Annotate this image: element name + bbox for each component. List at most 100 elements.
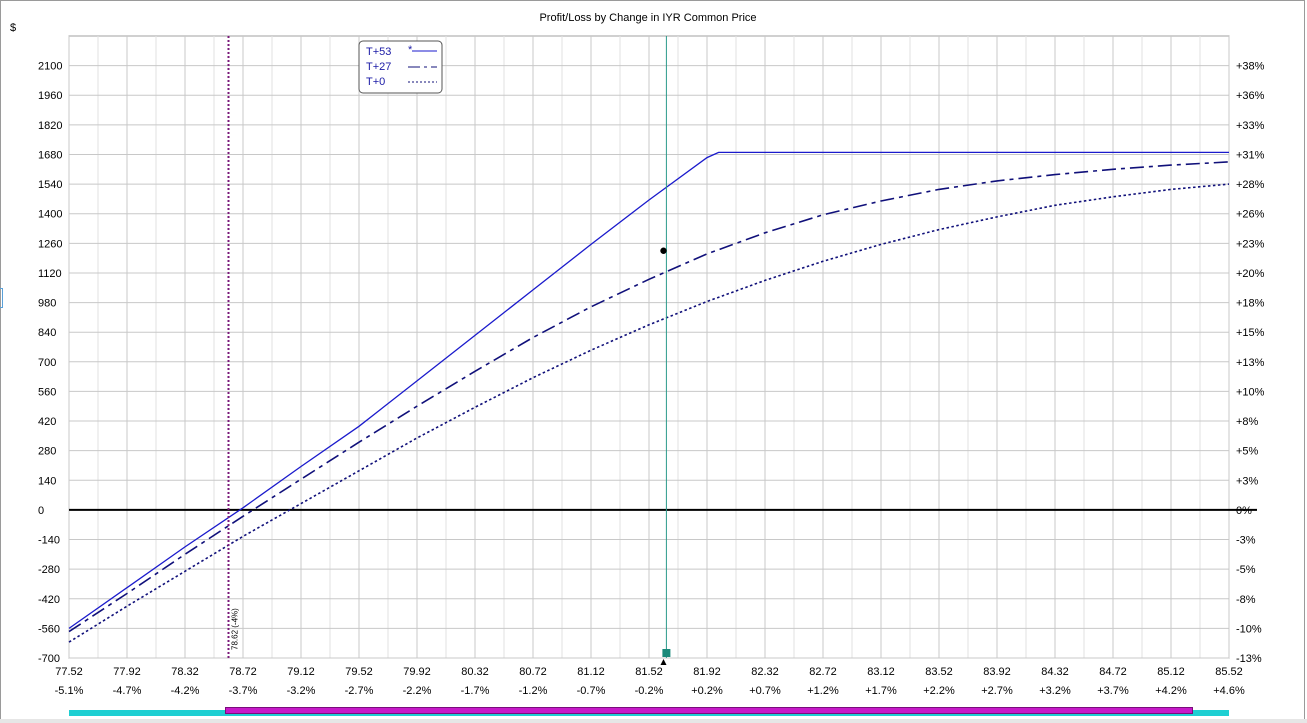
x-tick-label: 80.32 [461, 666, 489, 678]
legend-entry-t0: T+0 [366, 76, 385, 88]
x-percent-tick-label: +2.7% [981, 685, 1013, 697]
x-percent-tick-label: -2.2% [403, 685, 432, 697]
y-tick-label: 1820 [38, 120, 62, 132]
x-percent-tick-label: +0.7% [749, 685, 781, 697]
y-percent-tick-label: +33% [1236, 120, 1265, 132]
y-percent-tick-label: +10% [1236, 386, 1265, 398]
x-percent-tick-label: +4.2% [1155, 685, 1187, 697]
x-percent-tick-label: -4.2% [171, 685, 200, 697]
x-tick-label: 77.92 [113, 666, 141, 678]
position-point [660, 247, 667, 254]
x-tick-label: 81.92 [693, 666, 721, 678]
x-tick-label: 80.72 [519, 666, 547, 678]
grid [68, 35, 1230, 659]
y-tick-label: 700 [38, 357, 56, 369]
y-percent-tick-label: -3% [1236, 535, 1256, 547]
x-tick-label: 84.72 [1099, 666, 1127, 678]
x-percent-tick-label: -3.2% [287, 685, 316, 697]
y-percent-tick-label: +18% [1236, 298, 1265, 310]
x-percent-tick-label: -0.7% [577, 685, 606, 697]
x-percent-tick-label: -4.7% [113, 685, 142, 697]
x-percent-tick-label: +4.6% [1213, 685, 1245, 697]
x-tick-label: 79.92 [403, 666, 431, 678]
y-percent-tick-label: +20% [1236, 268, 1265, 280]
y-tick-label: -140 [38, 535, 60, 547]
y-tick-label: 1400 [38, 209, 62, 221]
x-tick-label: 83.92 [983, 666, 1011, 678]
y-tick-label: -700 [38, 653, 60, 665]
y-percent-tick-label: +26% [1236, 209, 1265, 221]
x-tick-label: 77.52 [55, 666, 83, 678]
y-percent-tick-label: +8% [1236, 416, 1259, 428]
legend[interactable]: T+53 * T+27 T+0 [358, 40, 443, 94]
y-tick-label: 140 [38, 475, 56, 487]
x-percent-tick-label: +1.7% [865, 685, 897, 697]
y-tick-label: 0 [38, 505, 44, 517]
x-tick-label: 78.72 [229, 666, 257, 678]
y-percent-tick-label: +15% [1236, 327, 1265, 339]
x-percent-tick-label: +1.2% [807, 685, 839, 697]
y-percent-tick-label: +28% [1236, 179, 1265, 191]
x-tick-label: 84.32 [1041, 666, 1069, 678]
y-percent-tick-label: -10% [1236, 623, 1262, 635]
y-percent-tick-label: +23% [1236, 238, 1265, 250]
x-percent-tick-label: -1.7% [461, 685, 490, 697]
x-tick-label: 78.32 [171, 666, 199, 678]
x-tick-label: 79.52 [345, 666, 373, 678]
y-tick-label: 1960 [38, 90, 62, 102]
x-percent-tick-label: -0.2% [635, 685, 664, 697]
chart-title: Profit/Loss by Change in IYR Common Pric… [539, 12, 756, 24]
y-tick-label: 1680 [38, 149, 62, 161]
x-percent-tick-label: +0.2% [691, 685, 723, 697]
x-tick-label: 83.12 [867, 666, 895, 678]
x-tick-label: 85.52 [1215, 666, 1243, 678]
x-tick-label: 82.32 [751, 666, 779, 678]
y-tick-label: -560 [38, 623, 60, 635]
y-percent-tick-label: +5% [1236, 446, 1259, 458]
side-panel-tab[interactable] [0, 288, 3, 308]
y-percent-tick-label: +13% [1236, 357, 1265, 369]
price-pointer-triangle [660, 659, 667, 665]
x-percent-tick-label: +2.2% [923, 685, 955, 697]
legend-entry-t27: T+27 [366, 61, 391, 73]
y-tick-label: 2100 [38, 61, 62, 73]
y-percent-tick-label: -13% [1236, 653, 1262, 665]
y-tick-label: -280 [38, 564, 60, 576]
x-percent-tick-label: +3.2% [1039, 685, 1071, 697]
y-tick-label: 840 [38, 327, 56, 339]
x-tick-label: 81.52 [635, 666, 663, 678]
x-tick-label: 85.12 [1157, 666, 1185, 678]
legend-marker-t53: * [408, 44, 413, 56]
y-tick-label: 560 [38, 386, 56, 398]
x-tick-label: 83.52 [925, 666, 953, 678]
y-tick-label: 1260 [38, 238, 62, 250]
y-tick-label: 1540 [38, 179, 62, 191]
x-percent-tick-label: -3.7% [229, 685, 258, 697]
y-percent-tick-label: 0% [1236, 505, 1252, 517]
x-tick-label: 82.72 [809, 666, 837, 678]
y-percent-tick-label: +31% [1236, 149, 1265, 161]
x-percent-tick-label: -2.7% [345, 685, 374, 697]
x-percent-tick-label: -1.2% [519, 685, 548, 697]
y-percent-tick-label: +36% [1236, 90, 1265, 102]
y-percent-tick-label: -8% [1236, 594, 1256, 606]
y-tick-label: 280 [38, 446, 56, 458]
current-price-marker[interactable] [662, 649, 671, 657]
window-bottom-edge [0, 719, 1307, 723]
x-percent-tick-label: -5.1% [55, 685, 84, 697]
breakeven-label: 78.62 (-4%) [231, 608, 240, 650]
y-percent-tick-label: +3% [1236, 475, 1259, 487]
legend-entry-t53: T+53 [366, 46, 391, 58]
y-tick-label: 980 [38, 298, 56, 310]
y-percent-tick-label: -5% [1236, 564, 1256, 576]
y-tick-label: -420 [38, 594, 60, 606]
x-tick-label: 81.12 [577, 666, 605, 678]
y-tick-label: 1120 [38, 268, 62, 280]
y-percent-tick-label: +38% [1236, 61, 1265, 73]
x-tick-label: 79.12 [287, 666, 315, 678]
y-axis-unit-label: $ [10, 22, 16, 34]
horizontal-scrollbar-thumb[interactable] [225, 707, 1193, 714]
x-percent-tick-label: +3.7% [1097, 685, 1129, 697]
y-tick-label: 420 [38, 416, 56, 428]
pl-chart: 78.62 (-4%) 77.52 -5.1% 77.92 -4.7% 78.32 -4.… [10, 12, 1265, 697]
